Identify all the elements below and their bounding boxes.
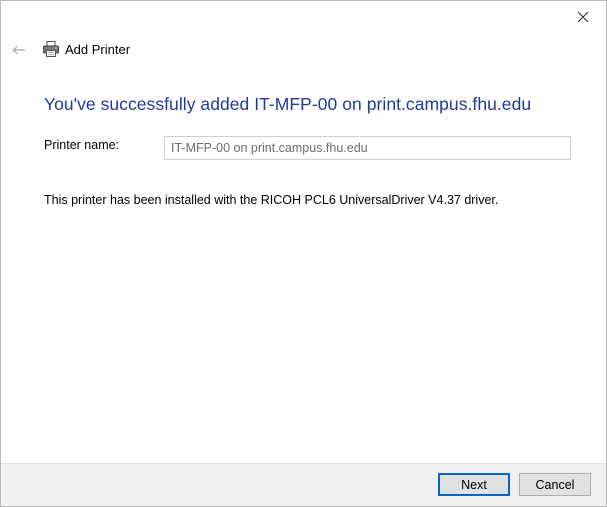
add-printer-dialog: Add Printer You've successfully added IT… xyxy=(0,0,607,507)
cancel-button[interactable]: Cancel xyxy=(519,473,591,496)
printer-icon xyxy=(42,40,60,58)
dialog-header: Add Printer xyxy=(1,35,606,65)
next-button[interactable]: Next xyxy=(438,473,510,496)
dialog-title: Add Printer xyxy=(65,42,131,57)
printer-name-label: Printer name: xyxy=(44,138,120,152)
dialog-footer: Next Cancel xyxy=(1,463,606,506)
driver-message: This printer has been installed with the… xyxy=(44,193,499,207)
close-button[interactable] xyxy=(560,1,606,33)
back-arrow-icon xyxy=(12,45,25,55)
back-button[interactable] xyxy=(10,41,28,59)
close-icon xyxy=(577,11,589,23)
printer-name-field[interactable]: IT-MFP-00 on print.campus.fhu.edu xyxy=(164,136,571,160)
success-heading: You've successfully added IT-MFP-00 on p… xyxy=(44,94,532,114)
